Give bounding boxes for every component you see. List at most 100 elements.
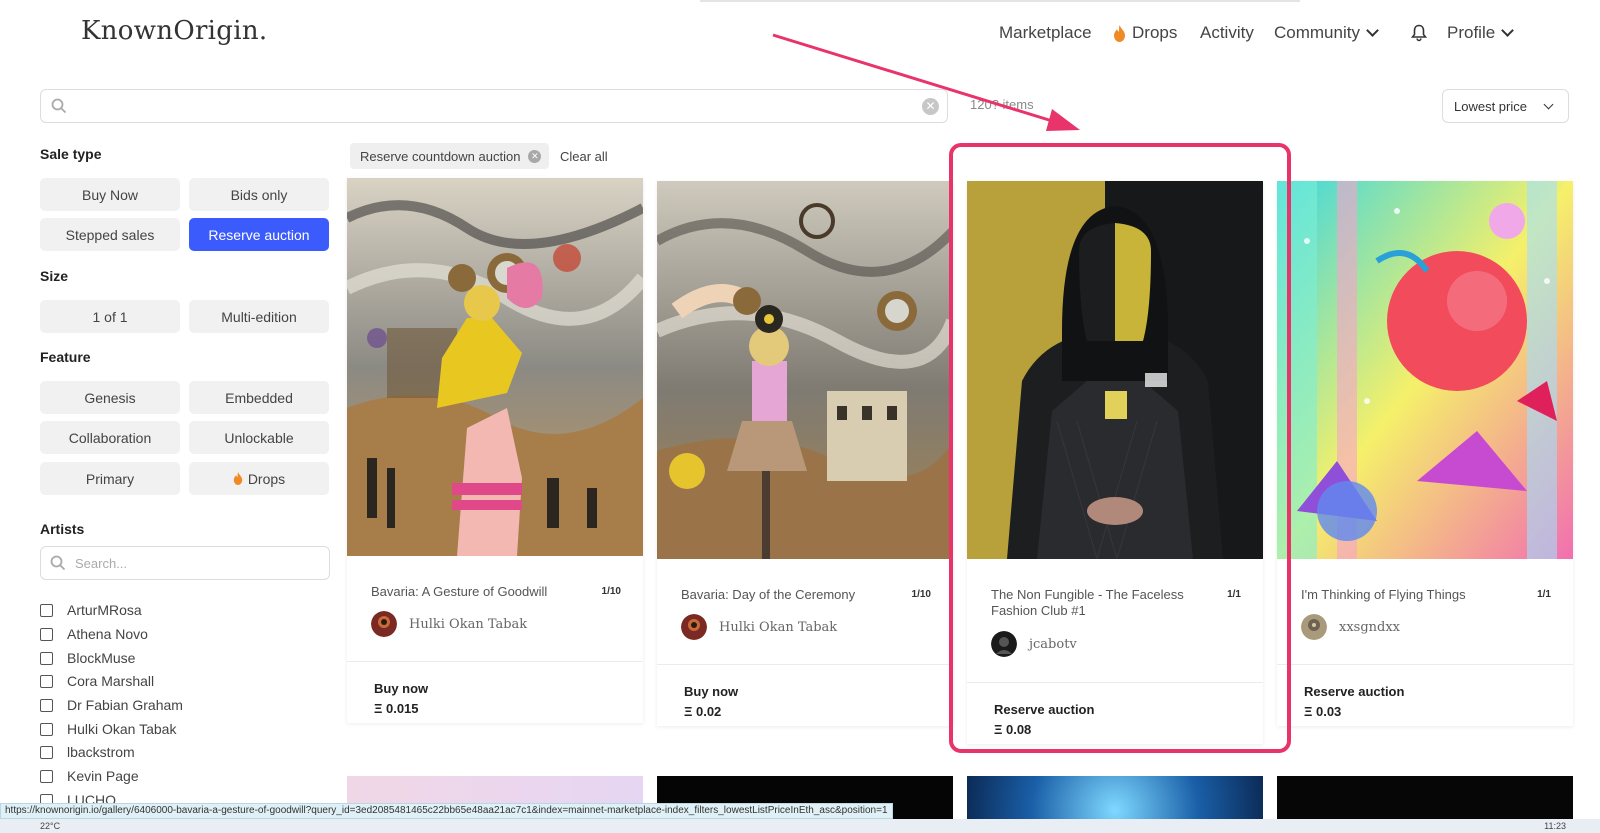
checkbox[interactable]: [40, 769, 53, 783]
filter-primary-button[interactable]: Primary: [40, 462, 180, 495]
artist-name: Kevin Page: [67, 768, 139, 784]
nav-community[interactable]: Community: [1274, 20, 1379, 46]
filter-drops-label: Drops: [247, 470, 286, 487]
artwork-image[interactable]: [1277, 181, 1573, 559]
artist-filter-item[interactable]: lbackstrom: [40, 743, 135, 761]
artwork-card[interactable]: I'm Thinking of Flying Things 1/1 xxsgnd…: [1277, 181, 1573, 726]
chevron-down-icon: [1543, 99, 1554, 110]
creator-link[interactable]: xxsgndxx: [1301, 614, 1400, 640]
top-divider: [700, 0, 1300, 2]
item-count: 120? items: [970, 97, 1034, 112]
price-label: Ξ 0.03: [1304, 704, 1342, 719]
avatar: [371, 611, 397, 637]
filter-buy-now-button[interactable]: Buy Now: [40, 178, 180, 211]
sale-type-heading: Sale type: [40, 146, 102, 162]
card-title[interactable]: I'm Thinking of Flying Things: [1301, 587, 1521, 603]
filter-collaboration-button[interactable]: Collaboration: [40, 421, 180, 454]
page: KnownOrigin. Marketplace Drops Activity …: [0, 0, 1600, 833]
nav-marketplace[interactable]: Marketplace: [999, 20, 1092, 46]
filter-drops-button[interactable]: Drops: [189, 462, 329, 495]
avatar: [1301, 614, 1327, 640]
checkbox[interactable]: [40, 722, 53, 736]
artist-filter-item[interactable]: Dr Fabian Graham: [40, 696, 183, 714]
filter-stepped-sales-button[interactable]: Stepped sales: [40, 218, 180, 251]
filter-one-of-one-button[interactable]: 1 of 1: [40, 300, 180, 333]
artist-filter-item[interactable]: Athena Novo: [40, 625, 148, 643]
filter-multi-edition-button[interactable]: Multi-edition: [189, 300, 329, 333]
feature-heading: Feature: [40, 349, 91, 365]
clear-search-icon[interactable]: ✕: [922, 98, 939, 115]
nav-marketplace-label: Marketplace: [999, 23, 1092, 42]
artist-name: BlockMuse: [67, 650, 136, 666]
checkbox[interactable]: [40, 603, 53, 617]
creator-link[interactable]: Hulki Okan Tabak: [681, 614, 837, 640]
artwork-image[interactable]: [657, 181, 953, 559]
artist-filter-item[interactable]: Kevin Page: [40, 767, 139, 785]
sort-label: Lowest price: [1454, 98, 1527, 114]
creator-name: xxsgndxx: [1339, 619, 1401, 635]
weather-temp: 22°C: [40, 821, 61, 831]
checkbox[interactable]: [40, 674, 53, 688]
sale-type-label: Buy now: [684, 684, 739, 699]
chevron-down-icon: [1501, 24, 1515, 37]
checkbox[interactable]: [40, 698, 53, 712]
checkbox[interactable]: [40, 651, 53, 665]
artist-name: Cora Marshall: [67, 673, 155, 689]
artist-name: lbackstrom: [67, 744, 135, 760]
divider: [347, 661, 643, 662]
artists-heading: Artists: [40, 521, 85, 537]
notifications-button[interactable]: [1411, 20, 1427, 46]
size-heading: Size: [40, 268, 69, 284]
edition-label: 1/10: [601, 586, 621, 597]
card-title[interactable]: Bavaria: Day of the Ceremony: [681, 587, 901, 603]
search-icon: [51, 98, 67, 114]
nav-activity[interactable]: Activity: [1200, 20, 1254, 46]
price-label: Ξ 0.02: [684, 704, 722, 719]
remove-filter-icon[interactable]: ✕: [528, 149, 542, 163]
artist-name: Athena Novo: [67, 626, 148, 642]
checkbox[interactable]: [40, 745, 53, 759]
artist-name: Dr Fabian Graham: [67, 697, 183, 713]
artist-name: Hulki Okan Tabak: [67, 721, 177, 737]
artist-filter-item[interactable]: Cora Marshall: [40, 672, 154, 690]
nav-profile-label: Profile: [1447, 23, 1496, 42]
artwork-card[interactable]: Bavaria: Day of the Ceremony 1/10 Hulki …: [657, 181, 953, 726]
card-title[interactable]: Bavaria: A Gesture of Goodwill: [371, 584, 591, 600]
clear-all-link[interactable]: Clear all: [560, 149, 608, 164]
flame-icon: [1114, 24, 1125, 42]
sort-dropdown[interactable]: Lowest price: [1442, 89, 1569, 123]
checkbox[interactable]: [40, 627, 53, 641]
filter-bids-only-button[interactable]: Bids only: [189, 178, 329, 211]
edition-label: 1/10: [911, 589, 931, 600]
chevron-down-icon: [1366, 24, 1379, 37]
nav-drops[interactable]: Drops: [1113, 20, 1177, 46]
sale-type-label: Buy now: [374, 681, 429, 696]
artist-filter-item[interactable]: Hulki Okan Tabak: [40, 720, 176, 738]
sale-type-label: Reserve auction: [1304, 684, 1405, 699]
divider: [657, 664, 953, 665]
filter-genesis-button[interactable]: Genesis: [40, 381, 180, 414]
artwork-image[interactable]: [347, 178, 643, 556]
search-input[interactable]: ✕: [40, 89, 948, 123]
clock: 11:23: [1544, 821, 1566, 831]
nav-drops-label: Drops: [1132, 23, 1178, 42]
artwork-card[interactable]: Bavaria: A Gesture of Goodwill 1/10 Hulk…: [347, 178, 643, 723]
creator-link[interactable]: Hulki Okan Tabak: [371, 611, 527, 637]
filter-unlockable-button[interactable]: Unlockable: [189, 421, 329, 454]
artist-filter-item[interactable]: ArturMRosa: [40, 601, 142, 619]
edition-label: 1/1: [1537, 589, 1551, 600]
creator-name: Hulki Okan Tabak: [719, 619, 838, 635]
nav-profile[interactable]: Profile: [1447, 20, 1515, 46]
active-filter-chip[interactable]: Reserve countdown auction ✕: [350, 143, 550, 169]
filter-reserve-auction-button[interactable]: Reserve auction: [189, 218, 329, 251]
search-icon: [50, 555, 66, 571]
taskbar: 22°C 11:23: [0, 819, 1600, 833]
filter-embedded-button[interactable]: Embedded: [189, 381, 329, 414]
nav-community-label: Community: [1274, 23, 1360, 42]
avatar: [681, 614, 707, 640]
artist-name: ArturMRosa: [67, 602, 142, 618]
site-logo[interactable]: KnownOrigin.: [81, 16, 267, 46]
artist-search-input[interactable]: Search...: [40, 546, 330, 580]
artist-filter-item[interactable]: BlockMuse: [40, 649, 135, 667]
flame-icon: [233, 472, 243, 485]
